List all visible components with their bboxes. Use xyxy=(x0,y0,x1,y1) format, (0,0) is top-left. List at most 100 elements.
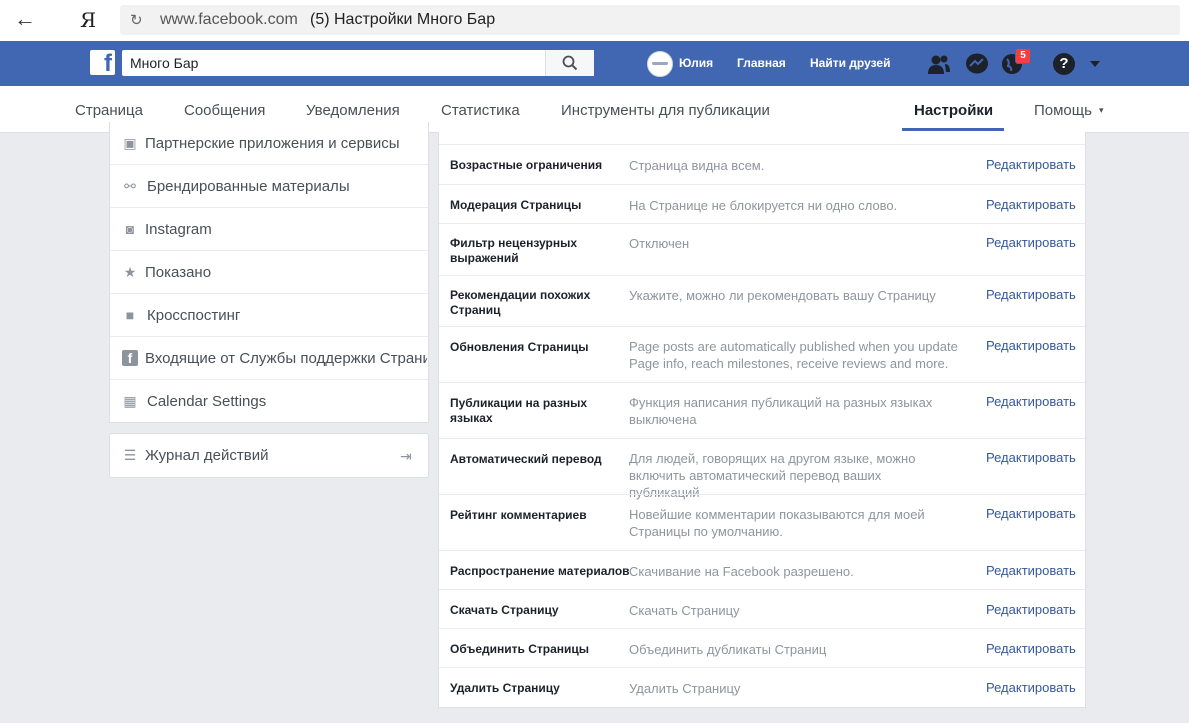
setting-value: Укажите, можно ли рекомендовать вашу Стр… xyxy=(629,288,936,303)
tab-page[interactable]: Страница xyxy=(75,102,143,119)
tab-publishing-tools[interactable]: Инструменты для публикации xyxy=(561,102,770,119)
setting-value: Отключен xyxy=(629,236,690,251)
setting-title: Возрастные ограничения xyxy=(450,158,603,172)
setting-value: Скачивание на Facebook разрешено. xyxy=(629,564,854,579)
back-arrow-icon[interactable]: ← xyxy=(14,6,36,32)
edit-link[interactable]: Редактировать xyxy=(986,450,1076,465)
edit-link[interactable]: Редактировать xyxy=(986,506,1076,521)
search-box[interactable]: Много Бар xyxy=(122,50,594,76)
edit-link[interactable]: Редактировать xyxy=(986,235,1076,250)
account-menu-caret-icon[interactable] xyxy=(1090,61,1100,67)
facebook-logo-icon[interactable]: f xyxy=(90,50,115,77)
messenger-icon[interactable] xyxy=(965,53,989,75)
sidebar-item-label: Instagram xyxy=(145,221,212,238)
edit-link[interactable]: Редактировать xyxy=(986,563,1076,578)
setting-value: Объединить дубликаты Страниц xyxy=(629,642,827,657)
star-icon: ★ xyxy=(123,264,137,280)
sidebar-item-calendar-settings[interactable]: ▦ Calendar Settings xyxy=(110,380,428,422)
instagram-icon: ◙ xyxy=(125,221,135,237)
edit-link[interactable]: Редактировать xyxy=(986,157,1076,172)
sidebar-item-instagram[interactable]: ◙ Instagram xyxy=(110,208,428,251)
settings-row[interactable]: Рекомендации похожих Страниц Укажите, мо… xyxy=(439,275,1085,327)
sidebar-item-label: Партнерские приложения и сервисы xyxy=(145,135,400,152)
search-input[interactable]: Много Бар xyxy=(130,55,198,71)
settings-row[interactable]: Возрастные ограничения Страница видна вс… xyxy=(439,144,1085,185)
sidebar-item-label: Показано xyxy=(145,264,212,281)
tab-notifications[interactable]: Уведомления xyxy=(306,102,400,119)
setting-value: На Странице не блокируется ни одно слово… xyxy=(629,198,898,213)
activity-log-link[interactable]: ☰ Журнал действий ⇥ xyxy=(109,433,429,478)
search-button[interactable] xyxy=(545,50,594,76)
sidebar-item-crossposting[interactable]: ■ Кросспостинг xyxy=(110,294,428,337)
user-name: Юлия xyxy=(679,56,714,70)
setting-value: Удалить Страницу xyxy=(629,681,741,696)
setting-value: Новейшие комментарии показываются для мо… xyxy=(629,507,925,539)
settings-row[interactable]: Рейтинг комментариев Новейшие комментари… xyxy=(439,494,1085,551)
setting-title: Публикации на разных языках xyxy=(450,396,588,425)
settings-row[interactable]: Объединить Страницы Объединить дубликаты… xyxy=(439,628,1085,668)
edit-link[interactable]: Редактировать xyxy=(986,197,1076,212)
tab-help[interactable]: Помощь ▾ xyxy=(1034,102,1103,119)
yandex-logo[interactable]: Я xyxy=(80,8,96,32)
settings-row[interactable]: Обновления Страницы Page posts are autom… xyxy=(439,326,1085,383)
active-tab-indicator xyxy=(902,128,1004,131)
setting-title: Скачать Страницу xyxy=(450,603,559,617)
tab-settings[interactable]: Настройки xyxy=(914,102,993,119)
edit-link[interactable]: Редактировать xyxy=(986,394,1076,409)
friend-requests-icon[interactable] xyxy=(927,53,951,75)
open-log-icon: ⇥ xyxy=(400,448,412,464)
address-bar[interactable]: ↻ www.facebook.com (5) Настройки Много Б… xyxy=(120,5,1180,35)
notifications-badge: 5 xyxy=(1015,48,1031,64)
home-link[interactable]: Главная xyxy=(737,56,786,70)
edit-link[interactable]: Редактировать xyxy=(986,680,1076,695)
sidebar-item-label: Calendar Settings xyxy=(147,393,267,410)
search-icon xyxy=(562,55,578,71)
setting-title: Удалить Страницу xyxy=(450,681,560,695)
sidebar-item-label: Кросспостинг xyxy=(147,307,241,324)
sidebar-item-label: Входящие от Службы поддержки Страниц xyxy=(145,350,427,367)
sidebar-item-partner-apps[interactable]: ▣ Партнерские приложения и сервисы xyxy=(110,122,428,165)
tab-messages[interactable]: Сообщения xyxy=(184,102,265,119)
sidebar-item-support-inbox[interactable]: f Входящие от Службы поддержки Страниц xyxy=(110,337,428,380)
setting-title: Распространение материалов xyxy=(450,564,630,578)
browser-toolbar: ← Я ↻ www.facebook.com (5) Настройки Мно… xyxy=(0,0,1189,42)
settings-row[interactable]: Автоматический перевод Для людей, говоря… xyxy=(439,438,1085,500)
setting-value: Скачать Страницу xyxy=(629,603,740,618)
calendar-icon: ▦ xyxy=(123,393,137,409)
settings-row[interactable]: Удалить Страницу Удалить Страницу Редакт… xyxy=(439,667,1085,708)
general-settings-table: Возрастные ограничения Страница видна вс… xyxy=(438,132,1086,708)
facebook-square-icon: f xyxy=(122,350,138,366)
setting-title: Рейтинг комментариев xyxy=(450,508,587,522)
settings-sidebar: ▣ Партнерские приложения и сервисы ⚯ Бре… xyxy=(109,122,429,423)
sidebar-item-featured[interactable]: ★ Показано xyxy=(110,251,428,294)
sidebar-item-branded-content[interactable]: ⚯ Брендированные материалы xyxy=(110,165,428,208)
settings-row[interactable]: Модерация Страницы На Странице не блокир… xyxy=(439,184,1085,224)
chevron-down-icon: ▾ xyxy=(1098,105,1104,115)
browser-page-title: (5) Настройки Много Бар xyxy=(310,11,496,28)
settings-row[interactable]: Распространение материалов Скачивание на… xyxy=(439,550,1085,590)
settings-row[interactable]: Фильтр нецензурных выражений Отключен Ре… xyxy=(439,223,1085,276)
edit-link[interactable]: Редактировать xyxy=(986,338,1076,353)
reload-icon[interactable]: ↻ xyxy=(130,11,143,29)
help-icon[interactable]: ? xyxy=(1053,53,1075,75)
settings-row[interactable]: Публикации на разных языках Функция напи… xyxy=(439,382,1085,439)
avatar xyxy=(647,51,673,77)
url-text: www.facebook.com xyxy=(160,11,298,28)
settings-row[interactable]: Скачать Страницу Скачать Страницу Редакт… xyxy=(439,589,1085,629)
find-friends-link[interactable]: Найти друзей xyxy=(810,56,890,70)
tab-statistics[interactable]: Статистика xyxy=(441,102,520,119)
facebook-top-bar: f Много Бар Юлия Главная Найти друзей 5 … xyxy=(0,41,1189,86)
edit-link[interactable]: Редактировать xyxy=(986,602,1076,617)
setting-title: Модерация Страницы xyxy=(450,198,582,212)
handshake-icon: ⚯ xyxy=(124,178,136,194)
video-camera-icon: ■ xyxy=(125,307,135,323)
sidebar-item-label: Брендированные материалы xyxy=(147,178,350,195)
setting-title: Рекомендации похожих Страниц xyxy=(450,288,591,317)
setting-value: Страница видна всем. xyxy=(629,158,765,173)
setting-title: Объединить Страницы xyxy=(450,642,590,656)
edit-link[interactable]: Редактировать xyxy=(986,641,1076,656)
setting-value: Page posts are automatically published w… xyxy=(629,339,958,371)
tab-help-label: Помощь xyxy=(1034,102,1092,119)
list-icon: ☰ xyxy=(123,447,137,463)
edit-link[interactable]: Редактировать xyxy=(986,287,1076,302)
